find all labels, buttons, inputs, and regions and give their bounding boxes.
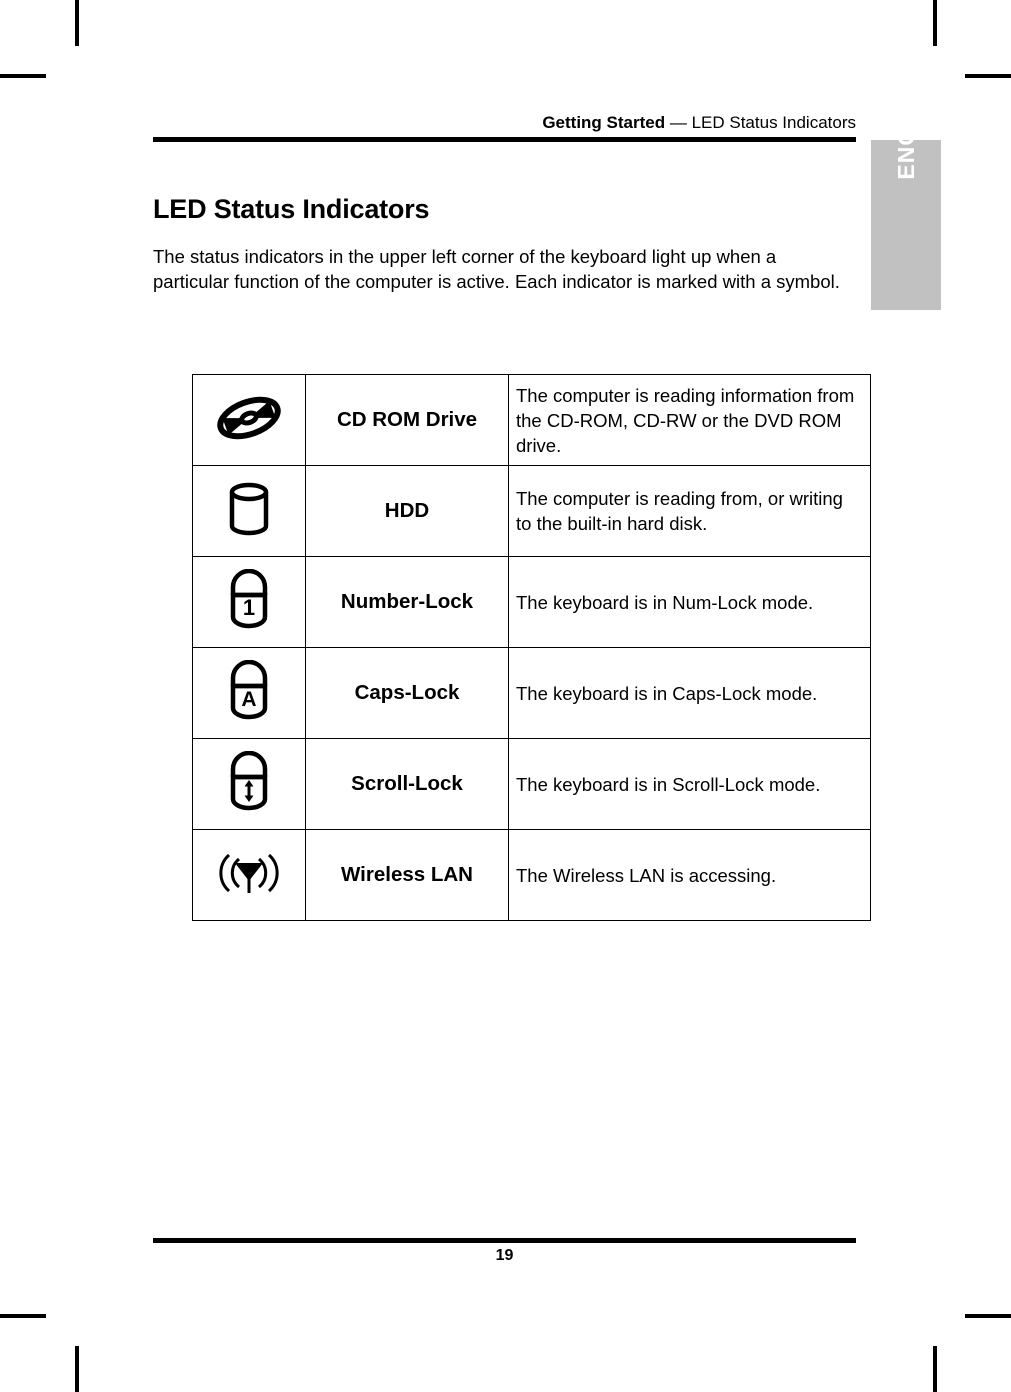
crop-mark-bottom-right-horizontal: [965, 1314, 1011, 1318]
indicator-description: The keyboard is in Scroll-Lock mode.: [508, 738, 871, 830]
indicator-icon-cell: [192, 465, 306, 557]
crop-mark-bottom-left-horizontal: [0, 1314, 46, 1318]
wireless-lan-antenna-icon: [213, 847, 285, 899]
padlock-caps-lock-icon: A: [225, 659, 273, 722]
header-divider-rule: [153, 137, 856, 142]
indicator-description: The keyboard is in Num-Lock mode.: [508, 556, 871, 648]
hard-disk-cylinder-icon: [226, 481, 272, 537]
table-row: HDD The computer is reading from, or wri…: [192, 465, 871, 557]
indicator-description: The Wireless LAN is accessing.: [508, 829, 871, 921]
padlock-number-lock-icon: 1: [225, 568, 273, 631]
indicator-name: Wireless LAN: [305, 829, 509, 921]
language-tab: ENGLISH: [871, 70, 941, 310]
indicator-icon-cell: [192, 374, 306, 466]
language-tab-label: ENGLISH: [892, 70, 919, 180]
cd-rom-disc-icon: [216, 394, 282, 442]
crop-mark-bottom-right-vertical: [933, 1346, 937, 1392]
indicator-description: The computer is reading from, or writing…: [508, 465, 871, 557]
svg-text:A: A: [241, 688, 256, 711]
indicator-name: Number-Lock: [305, 556, 509, 648]
indicator-name: HDD: [305, 465, 509, 557]
running-header-section: Getting Started: [542, 113, 666, 132]
indicator-icon-cell: [192, 738, 306, 830]
table-row: 1 Number-Lock The keyboard is in Num-Loc…: [192, 556, 871, 648]
padlock-scroll-lock-icon: [225, 750, 273, 813]
intro-paragraph: The status indicators in the upper left …: [153, 245, 840, 292]
page-title: LED Status Indicators: [153, 194, 430, 225]
running-header-topic: LED Status Indicators: [691, 113, 856, 132]
indicator-name: Scroll-Lock: [305, 738, 509, 830]
indicator-icon-cell: 1: [192, 556, 306, 648]
table-row: Wireless LAN The Wireless LAN is accessi…: [192, 829, 871, 921]
crop-mark-top-right-horizontal: [965, 74, 1011, 78]
indicator-name: CD ROM Drive: [305, 374, 509, 466]
table-row: CD ROM Drive The computer is reading inf…: [192, 374, 871, 466]
running-header-separator: —: [665, 113, 692, 132]
crop-mark-top-left-horizontal: [0, 74, 46, 78]
running-header: Getting Started — LED Status Indicators: [153, 112, 856, 134]
footer-divider-rule: [153, 1238, 856, 1243]
crop-mark-bottom-left-vertical: [75, 1346, 79, 1392]
indicator-description: The keyboard is in Caps-Lock mode.: [508, 647, 871, 739]
table-row: Scroll-Lock The keyboard is in Scroll-Lo…: [192, 738, 871, 830]
crop-mark-top-left-vertical: [75, 0, 79, 46]
page-number: 19: [495, 1247, 514, 1264]
indicator-description: The computer is reading information from…: [508, 374, 871, 466]
led-indicator-table: CD ROM Drive The computer is reading inf…: [192, 374, 871, 921]
table-row: A Caps-Lock The keyboard is in Caps-Lock…: [192, 647, 871, 739]
indicator-icon-cell: [192, 829, 306, 921]
indicator-icon-cell: A: [192, 647, 306, 739]
svg-text:1: 1: [243, 595, 255, 620]
indicator-name: Caps-Lock: [305, 647, 509, 739]
